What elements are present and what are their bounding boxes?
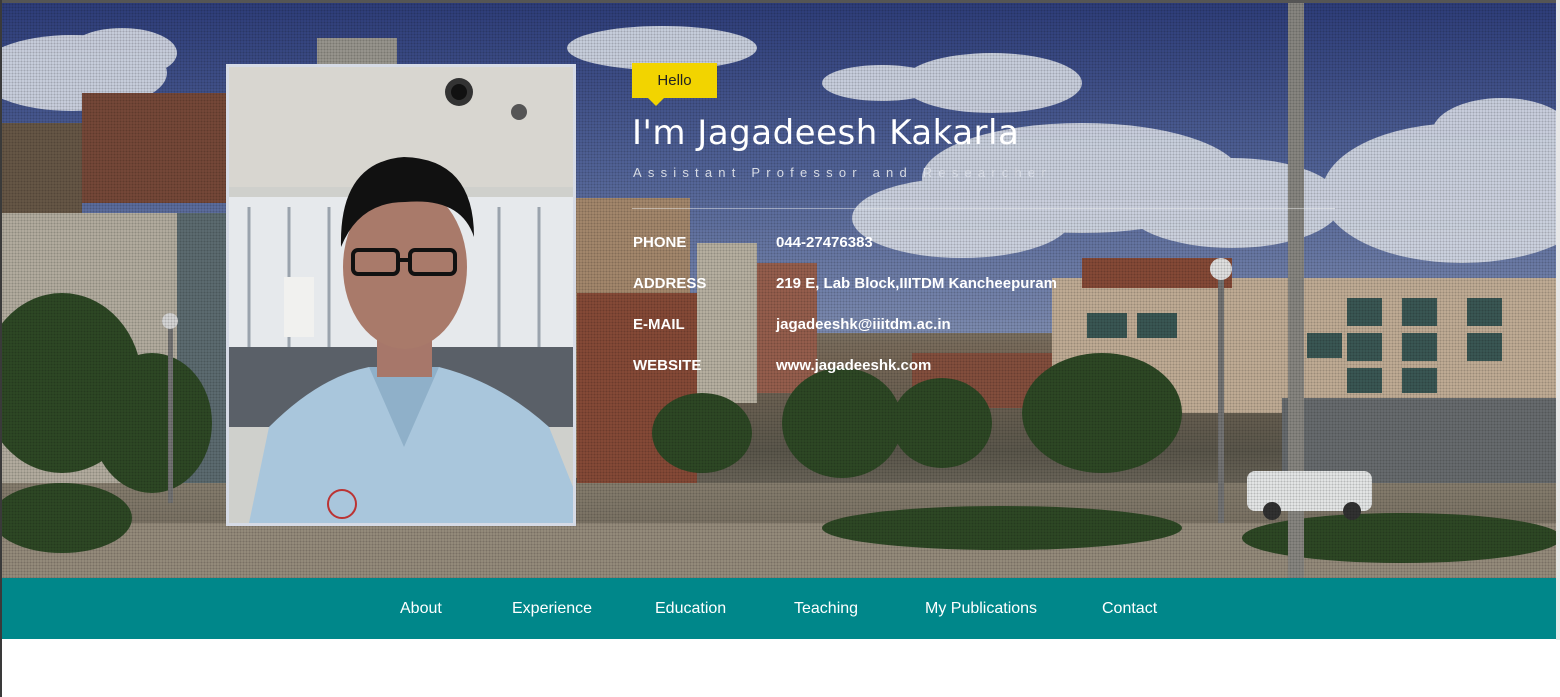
nav-item-publications[interactable]: My Publications [925, 578, 1037, 639]
nav-item-experience[interactable]: Experience [512, 578, 592, 639]
hero-section: Hello I'm Jagadeesh Kakarla Assistant Pr… [2, 3, 1556, 578]
contact-label: E-MAIL [633, 316, 685, 333]
page-title: I'm Jagadeesh Kakarla [632, 113, 1020, 153]
subtitle: Assistant Professor and Researcher [633, 165, 1052, 180]
main-nav: About Experience Education Teaching My P… [2, 578, 1556, 639]
scrollbar-track[interactable] [1556, 0, 1560, 640]
nav-item-education[interactable]: Education [655, 578, 726, 639]
email-link[interactable]: jagadeeshk@iiitdm.ac.in [776, 316, 951, 333]
website-link[interactable]: www.jagadeeshk.com [776, 357, 931, 374]
window-left-border [0, 0, 2, 697]
contact-label: WEBSITE [633, 357, 702, 374]
nav-item-contact[interactable]: Contact [1102, 578, 1157, 639]
nav-item-about[interactable]: About [400, 578, 442, 639]
profile-photo [226, 64, 576, 526]
profile-photo-image [229, 67, 573, 523]
divider [632, 208, 1335, 209]
contact-label: ADDRESS [633, 275, 707, 292]
nav-item-teaching[interactable]: Teaching [794, 578, 858, 639]
contact-label: PHONE [633, 234, 687, 251]
address-value: 219 E, Lab Block,IIITDM Kancheepuram [776, 275, 1057, 292]
greeting-badge: Hello [632, 63, 717, 106]
phone-value: 044-27476383 [776, 234, 873, 251]
